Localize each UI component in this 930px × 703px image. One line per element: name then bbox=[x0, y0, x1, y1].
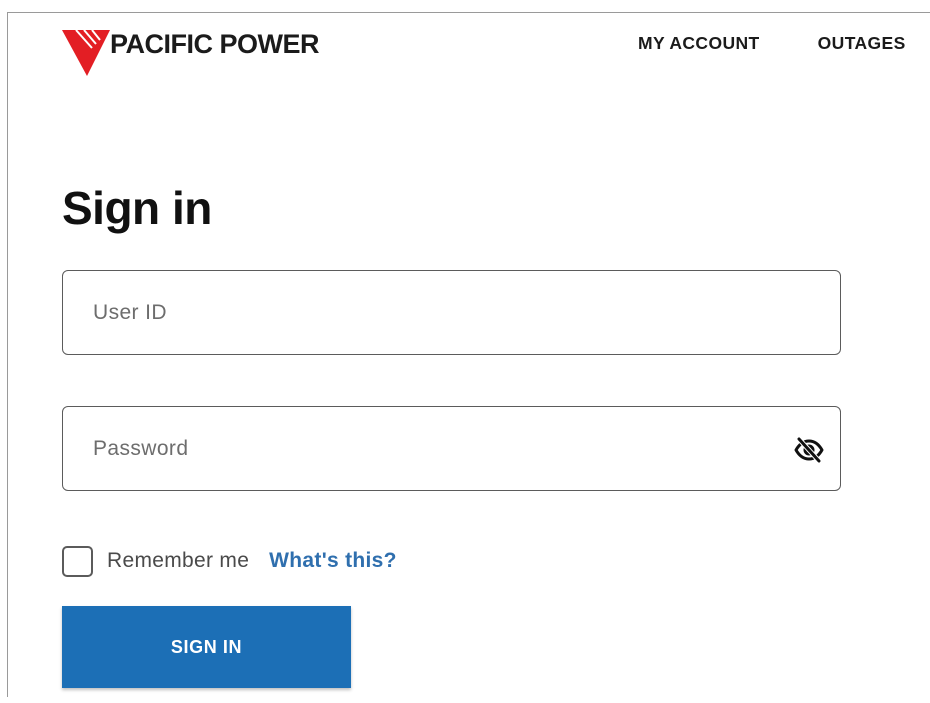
nav-my-account[interactable]: MY ACCOUNT bbox=[638, 33, 760, 54]
remember-me-label[interactable]: Remember me bbox=[107, 549, 249, 573]
eye-slash-icon[interactable] bbox=[794, 437, 824, 463]
sign-in-button[interactable]: SIGN IN bbox=[62, 606, 351, 688]
frame-border-left bbox=[7, 12, 8, 697]
user-id-field[interactable] bbox=[62, 270, 841, 355]
password-input[interactable] bbox=[93, 407, 773, 490]
remember-me-checkbox[interactable] bbox=[62, 545, 93, 577]
remember-me-row: Remember me What's this? bbox=[62, 543, 397, 579]
nav-outages[interactable]: OUTAGES bbox=[818, 33, 906, 54]
whats-this-link[interactable]: What's this? bbox=[269, 549, 397, 573]
password-field[interactable] bbox=[62, 406, 841, 491]
page-frame: PACIFIC POWER MY ACCOUNT OUTAGES Sign in… bbox=[0, 0, 930, 703]
page-title: Sign in bbox=[62, 182, 212, 234]
brand-name: PACIFIC POWER bbox=[110, 29, 320, 59]
pacific-power-bolt-icon bbox=[62, 29, 110, 76]
pacific-power-logo[interactable]: PACIFIC POWER bbox=[62, 28, 320, 78]
top-nav: MY ACCOUNT OUTAGES bbox=[638, 33, 906, 54]
frame-border-top bbox=[7, 12, 930, 13]
user-id-input[interactable] bbox=[93, 271, 773, 354]
